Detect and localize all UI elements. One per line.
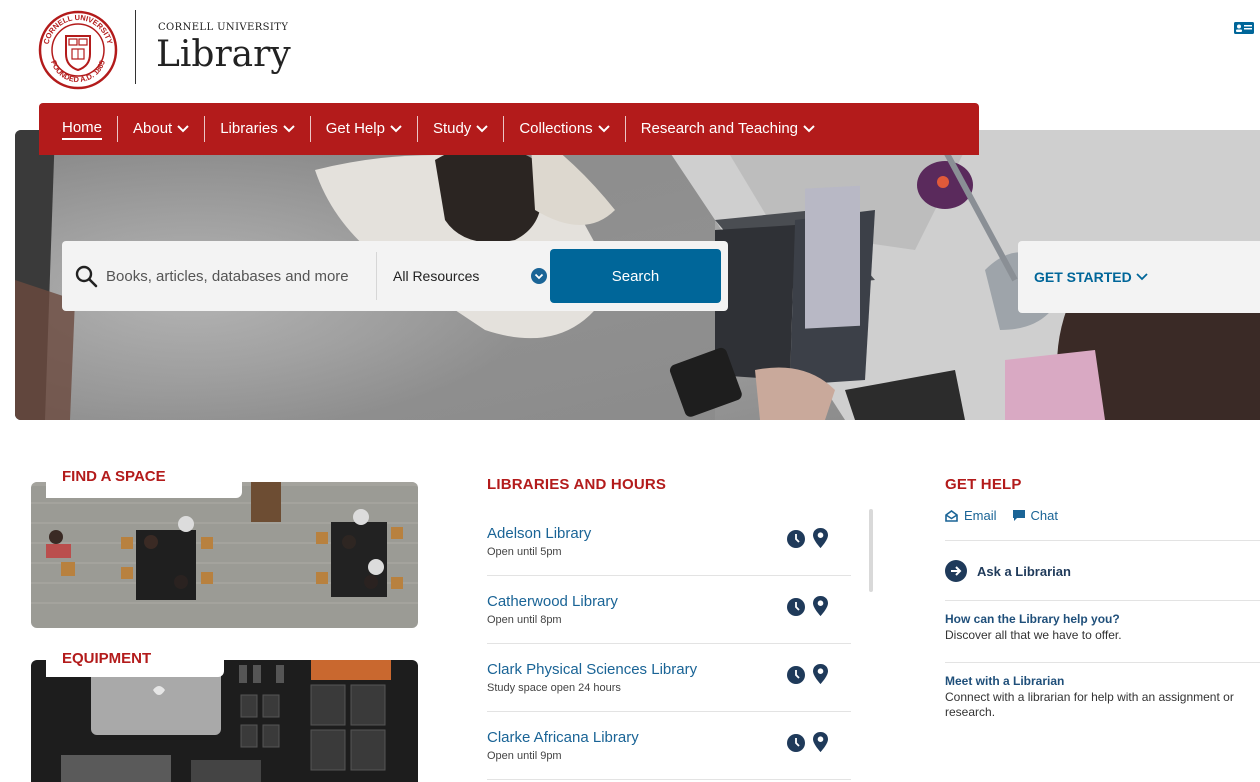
chat-link[interactable]: Chat xyxy=(1012,508,1058,523)
find-space-card[interactable] xyxy=(31,482,418,628)
nav-about-label: About xyxy=(133,120,173,137)
contact-links: Email Chat xyxy=(945,508,1074,523)
nav-about[interactable]: About xyxy=(133,116,189,142)
nav-collections[interactable]: Collections xyxy=(519,116,610,142)
help-item-desc: Discover all that we have to offer. xyxy=(945,628,1122,642)
help-item-title[interactable]: How can the Library help you? xyxy=(945,612,1260,626)
nav-get-help-label: Get Help xyxy=(325,120,385,137)
nav-separator xyxy=(624,116,626,142)
chevron-down-icon xyxy=(1136,273,1148,281)
nav-home[interactable]: Home xyxy=(62,116,103,142)
clock-icon[interactable] xyxy=(787,666,805,684)
map-pin-icon[interactable] xyxy=(813,732,828,752)
search-box: All Resources Search xyxy=(62,241,728,311)
help-item-desc: Connect with a librarian for help with a… xyxy=(945,690,1234,719)
equipment-card[interactable] xyxy=(31,660,418,782)
library-row: Adelson Library Open until 5pm xyxy=(487,508,851,576)
map-pin-icon[interactable] xyxy=(813,664,828,684)
chevron-down-circle-icon xyxy=(531,268,547,284)
brand-university: CORNELL UNIVERSITY xyxy=(158,22,289,33)
chevron-down-icon xyxy=(597,125,610,133)
nav-separator xyxy=(416,116,418,142)
library-row: Clark Physical Sciences Library Study sp… xyxy=(487,644,851,712)
equipment-title[interactable]: EQUIPMENT xyxy=(46,645,224,677)
email-link[interactable]: Email xyxy=(945,508,997,523)
chevron-down-icon xyxy=(390,125,402,133)
divider xyxy=(945,600,1260,601)
clock-icon[interactable] xyxy=(787,734,805,752)
map-pin-icon[interactable] xyxy=(813,596,828,616)
chat-bubble-icon xyxy=(1012,509,1025,521)
get-started-label: GET STARTED xyxy=(1034,269,1132,285)
ask-librarian-label: Ask a Librarian xyxy=(977,563,1071,579)
library-row: Clarke Africana Library Open until 9pm xyxy=(487,712,851,780)
nav-research-teaching-label: Research and Teaching xyxy=(640,120,799,137)
id-card-icon[interactable] xyxy=(1234,22,1254,34)
libraries-scrollbar[interactable] xyxy=(869,509,873,592)
libraries-list: Adelson Library Open until 5pm Catherwoo… xyxy=(487,508,851,780)
search-button[interactable]: Search xyxy=(550,249,721,303)
find-space-photo xyxy=(31,482,418,628)
help-item: Meet with a Librarian Connect with a lib… xyxy=(945,674,1260,720)
help-item: How can the Library help you? Discover a… xyxy=(945,612,1260,643)
search-scope-value: All Resources xyxy=(393,268,480,284)
nav-research-teaching[interactable]: Research and Teaching xyxy=(641,116,815,142)
nav-libraries-label: Libraries xyxy=(220,120,278,137)
chevron-down-icon xyxy=(803,125,815,133)
nav-get-help[interactable]: Get Help xyxy=(326,116,402,142)
get-help-title: GET HELP xyxy=(945,476,1022,493)
nav-separator xyxy=(309,116,311,142)
clock-icon[interactable] xyxy=(787,598,805,616)
envelope-open-icon xyxy=(945,509,958,522)
equipment-photo xyxy=(31,660,418,782)
chat-label: Chat xyxy=(1030,508,1058,523)
nav-separator xyxy=(117,116,119,142)
libraries-hours-title: LIBRARIES AND HOURS xyxy=(487,476,667,493)
find-space-title[interactable]: FIND A SPACE xyxy=(46,466,242,498)
brand-divider xyxy=(135,10,136,84)
cornell-seal-logo[interactable]: CORNELL UNIVERSITY FOUNDED A.D. 1865 xyxy=(38,10,118,90)
map-pin-icon[interactable] xyxy=(813,528,828,548)
arrow-right-circle-icon xyxy=(945,560,967,582)
main-nav: Home About Libraries Get Help Study Coll… xyxy=(39,103,979,155)
nav-study[interactable]: Study xyxy=(432,116,489,142)
library-row: Catherwood Library Open until 8pm xyxy=(487,576,851,644)
nav-separator xyxy=(503,116,505,142)
chevron-down-icon xyxy=(177,125,189,133)
search-icon xyxy=(75,265,98,288)
help-item-title[interactable]: Meet with a Librarian xyxy=(945,674,1260,688)
divider xyxy=(945,662,1260,663)
nav-home-label: Home xyxy=(62,118,103,140)
nav-separator xyxy=(204,116,206,142)
chevron-down-icon xyxy=(283,125,295,133)
clock-icon[interactable] xyxy=(787,530,805,548)
brand-library-wordmark[interactable]: Library xyxy=(156,34,291,75)
chevron-down-icon xyxy=(476,125,489,133)
search-scope-select[interactable]: All Resources xyxy=(377,252,547,300)
get-started-toggle[interactable]: GET STARTED xyxy=(1018,241,1260,313)
site-header: CORNELL UNIVERSITY FOUNDED A.D. 1865 COR… xyxy=(0,0,1260,100)
search-input[interactable] xyxy=(106,258,370,294)
nav-collections-label: Collections xyxy=(519,120,593,137)
nav-study-label: Study xyxy=(432,120,472,137)
divider xyxy=(945,540,1260,541)
nav-libraries[interactable]: Libraries xyxy=(220,116,295,142)
ask-librarian-link[interactable]: Ask a Librarian xyxy=(945,560,1071,582)
email-label: Email xyxy=(964,508,997,523)
